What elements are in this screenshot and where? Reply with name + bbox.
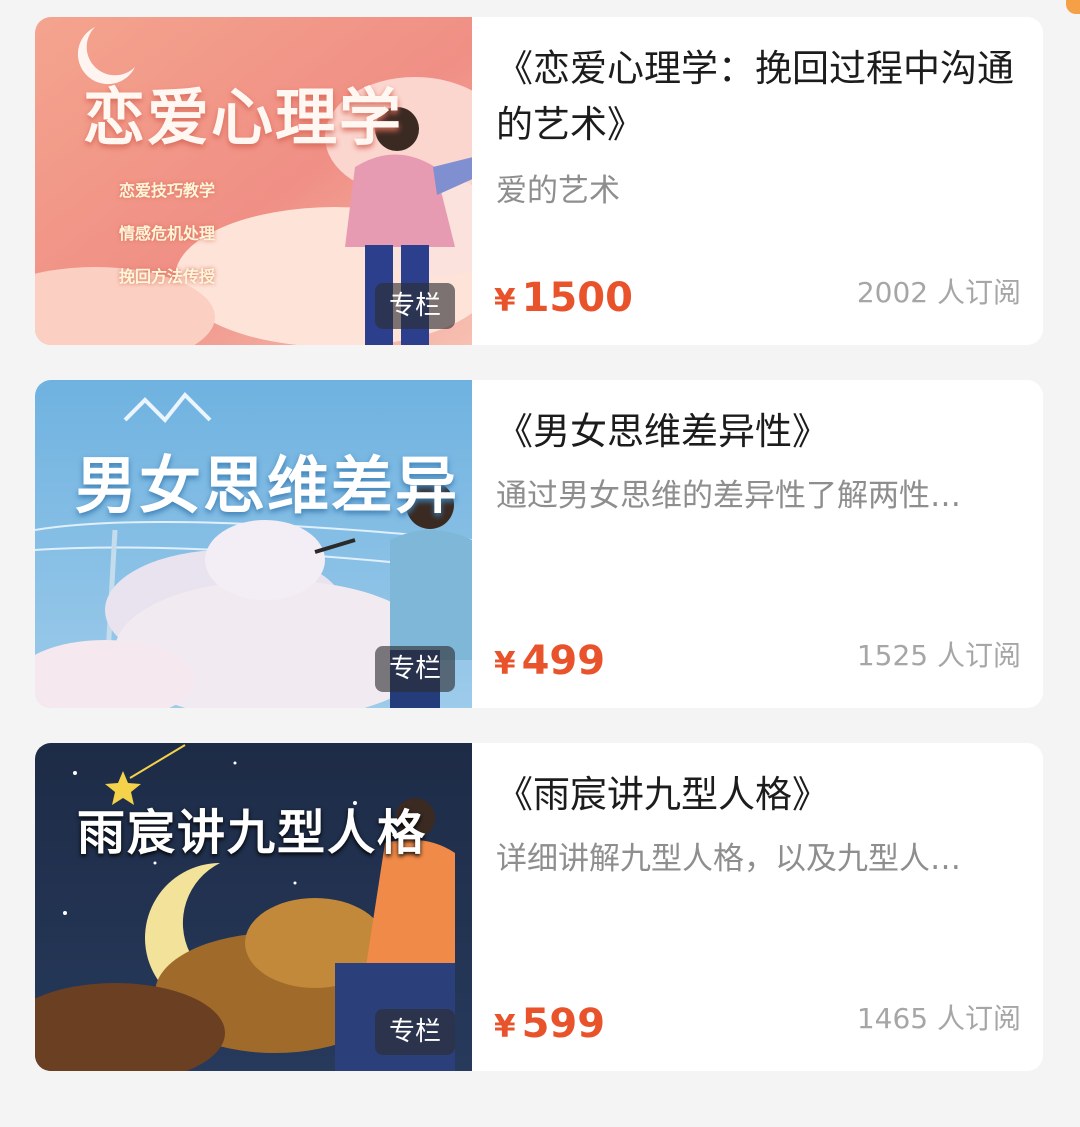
course-price: ¥499 — [494, 638, 606, 684]
course-card-enneagram[interactable]: 雨宸讲九型人格 专栏 《雨宸讲九型人格》 详细讲解九型人格，以及九型人… ¥59… — [35, 743, 1043, 1071]
subscriber-count: 1465 人订阅 — [856, 1002, 1021, 1035]
course-title[interactable]: 《雨宸讲九型人格》 — [496, 767, 1023, 823]
thumbnail-title: 男女思维差异 — [75, 449, 460, 522]
course-subtitle: 详细讲解九型人格，以及九型人… — [496, 841, 961, 877]
thumbnail-line: 恋爱技巧教学 — [119, 181, 216, 200]
course-thumbnail[interactable]: 恋爱心理学 恋爱技巧教学 情感危机处理 挽回方法传授 专栏 — [35, 17, 472, 345]
subscriber-count: 1525 人订阅 — [856, 639, 1021, 672]
thumbnail-line: 情感危机处理 — [119, 224, 216, 243]
thumbnail-title: 雨宸讲九型人格 — [77, 805, 428, 861]
course-subtitle: 爱的艺术 — [496, 173, 620, 209]
course-card-gender-thinking[interactable]: 男女思维差异 专栏 《男女思维差异性》 通过男女思维的差异性了解两性… ¥499… — [35, 380, 1043, 708]
course-info: 《男女思维差异性》 通过男女思维的差异性了解两性… ¥499 1525 人订阅 — [472, 380, 1043, 708]
thumbnail-line: 挽回方法传授 — [119, 267, 216, 286]
course-subtitle: 通过男女思维的差异性了解两性… — [496, 478, 961, 514]
course-info: 《恋爱心理学：挽回过程中沟通的艺术》 爱的艺术 ¥1500 2002 人订阅 — [472, 17, 1043, 345]
thumbnail-title: 恋爱心理学 — [83, 81, 404, 154]
course-price: ¥1500 — [494, 275, 633, 321]
course-card-love-psychology[interactable]: 恋爱心理学 恋爱技巧教学 情感危机处理 挽回方法传授 专栏 《恋爱心理学：挽回过… — [35, 17, 1043, 345]
column-badge: 专栏 — [375, 1009, 455, 1055]
column-badge: 专栏 — [375, 283, 455, 329]
course-price: ¥599 — [494, 1001, 606, 1047]
column-badge: 专栏 — [375, 646, 455, 692]
course-info: 《雨宸讲九型人格》 详细讲解九型人格，以及九型人… ¥599 1465 人订阅 — [472, 743, 1043, 1071]
course-thumbnail[interactable]: 雨宸讲九型人格 专栏 — [35, 743, 472, 1071]
course-title[interactable]: 《男女思维差异性》 — [496, 404, 1023, 460]
corner-indicator — [1066, 0, 1080, 14]
subscriber-count: 2002 人订阅 — [856, 276, 1021, 309]
course-thumbnail[interactable]: 男女思维差异 专栏 — [35, 380, 472, 708]
course-title[interactable]: 《恋爱心理学：挽回过程中沟通的艺术》 — [496, 41, 1023, 153]
